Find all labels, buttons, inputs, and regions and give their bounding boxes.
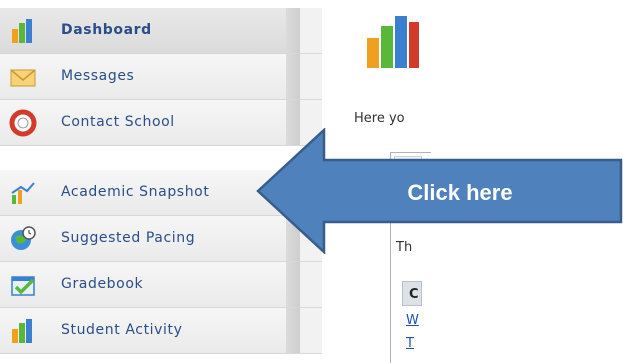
intro-text: Here yo — [354, 111, 405, 126]
sidebar-item-label: Messages — [61, 68, 135, 84]
nav-grip — [286, 308, 300, 353]
sidebar-item-dashboard[interactable]: Dashboard — [0, 8, 322, 54]
lifebuoy-icon — [9, 109, 37, 137]
sidebar-item-student-activity[interactable]: Student Activity — [0, 308, 322, 354]
nav-edge — [300, 8, 322, 53]
table-header-cell: C — [402, 281, 422, 306]
table-link[interactable]: T — [406, 336, 414, 351]
sidebar-item-gradebook[interactable]: Gradebook — [0, 262, 322, 308]
nav-edge — [300, 54, 322, 99]
sidebar-item-label: Gradebook — [61, 276, 144, 292]
dashboard-logo-icon — [367, 16, 419, 68]
sidebar-item-label: Suggested Pacing — [61, 230, 196, 246]
nav-edge — [300, 308, 322, 353]
sidebar-item-messages[interactable]: Messages — [0, 54, 322, 100]
sidebar-item-label: Academic Snapshot — [61, 184, 210, 200]
bar-chart-icon — [12, 19, 32, 43]
nav-edge — [300, 262, 322, 307]
globe-clock-icon — [11, 226, 36, 250]
snapshot-chart-icon — [11, 182, 35, 204]
gradebook-check-icon — [11, 276, 35, 296]
sidebar-item-label: Student Activity — [61, 322, 183, 338]
envelope-icon — [10, 69, 36, 87]
sidebar-item-label: Dashboard — [61, 22, 152, 38]
nav-grip — [286, 54, 300, 99]
table-link[interactable]: W — [406, 313, 419, 328]
nav-grip — [286, 262, 300, 307]
callout-label: Click here — [407, 180, 513, 205]
sidebar-item-label: Contact School — [61, 114, 175, 130]
bar-chart-icon — [12, 319, 32, 343]
nav-grip — [286, 8, 300, 53]
